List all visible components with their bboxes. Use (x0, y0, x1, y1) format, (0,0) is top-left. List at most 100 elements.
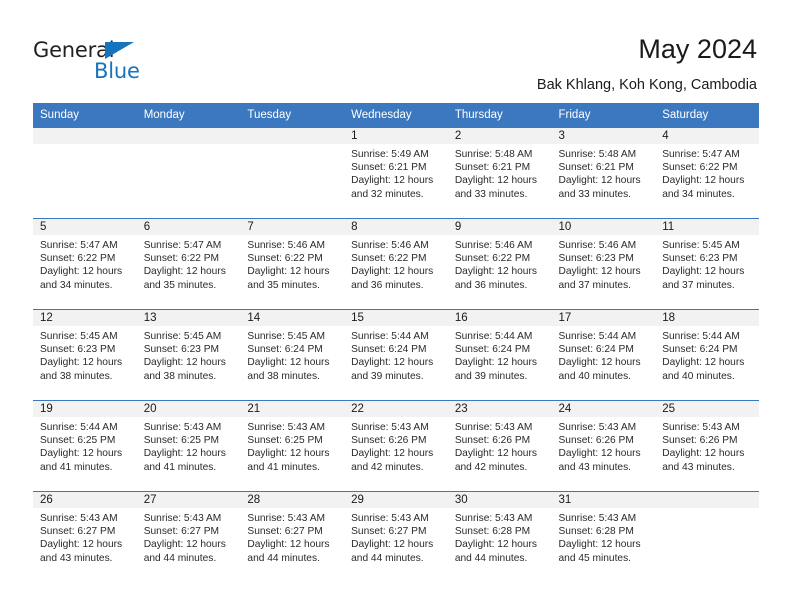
daylight-duration-line1: Daylight: 12 hours (143, 266, 226, 278)
daylight-duration-line2: and 41 minutes. (143, 461, 217, 473)
day-details: Sunrise: 5:46 AM Sunset: 6:22 PM Daylight:… (240, 235, 344, 292)
daylight-duration-line2: and 33 minutes. (454, 188, 528, 200)
calendar-day-cell[interactable]: 25 Sunrise: 5:43 AM Sunset: 6:26 PM Dayligh… (655, 400, 759, 492)
daylight-duration-line2: and 44 minutes. (143, 552, 217, 564)
daylight-duration-line1: Daylight: 12 hours (558, 266, 641, 278)
day-number: 5 (33, 219, 137, 235)
daylight-duration-line2: and 42 minutes. (454, 461, 528, 473)
calendar-day-cell[interactable]: 7 Sunrise: 5:46 AM Sunset: 6:22 PM Daylight… (240, 218, 345, 310)
calendar-day-cell[interactable]: 6 Sunrise: 5:47 AM Sunset: 6:22 PM Daylight… (136, 218, 241, 310)
sunset-time: Sunset: 6:27 PM (40, 526, 116, 538)
calendar-day-cell[interactable]: 31 Sunrise: 5:43 AM Sunset: 6:28 PM Dayligh… (551, 491, 656, 582)
daylight-duration-line1: Daylight: 12 hours (247, 357, 330, 369)
day-number: 13 (136, 310, 241, 326)
sunset-time: Sunset: 6:25 PM (40, 435, 116, 447)
daylight-duration-line1: Daylight: 12 hours (454, 266, 537, 278)
sunset-time: Sunset: 6:27 PM (143, 526, 220, 538)
day-number: 16 (447, 310, 552, 326)
calendar-day-cell[interactable]: 9 Sunrise: 5:46 AM Sunset: 6:22 PM Daylight… (447, 218, 552, 310)
daylight-duration-line1: Daylight: 12 hours (143, 448, 226, 460)
sunset-time: Sunset: 6:25 PM (247, 435, 323, 447)
calendar-week-row: 1 Sunrise: 5:49 AM Sunset: 6:21 PM Daylight… (33, 128, 759, 219)
sunset-time: Sunset: 6:22 PM (351, 253, 427, 265)
day-number: 19 (33, 401, 137, 417)
day-number: 4 (655, 128, 759, 144)
calendar-day-cell[interactable]: 29 Sunrise: 5:43 AM Sunset: 6:27 PM Dayligh… (344, 491, 448, 582)
day-number: 3 (551, 128, 656, 144)
day-details: Sunrise: 5:45 AM Sunset: 6:23 PM Daylight:… (137, 326, 241, 383)
sunrise-time: Sunrise: 5:44 AM (40, 422, 118, 433)
day-number: 8 (344, 219, 448, 235)
daylight-duration-line1: Daylight: 12 hours (351, 357, 434, 369)
daylight-duration-line1: Daylight: 12 hours (454, 357, 537, 369)
sunrise-time: Sunrise: 5:46 AM (247, 240, 325, 251)
day-number (655, 492, 759, 508)
calendar-day-cell[interactable]: 19 Sunrise: 5:44 AM Sunset: 6:25 PM Dayligh… (33, 400, 137, 492)
calendar-day-cell[interactable]: 4 Sunrise: 5:47 AM Sunset: 6:22 PM Daylight… (655, 128, 759, 219)
sunrise-time: Sunrise: 5:49 AM (351, 149, 429, 160)
sunset-time: Sunset: 6:24 PM (247, 344, 323, 356)
day-details: Sunrise: 5:48 AM Sunset: 6:21 PM Daylight:… (552, 144, 656, 201)
calendar-day-cell[interactable]: 15 Sunrise: 5:44 AM Sunset: 6:24 PM Dayligh… (344, 309, 448, 401)
daylight-duration-line2: and 39 minutes. (454, 370, 528, 382)
sunset-time: Sunset: 6:25 PM (143, 435, 220, 447)
calendar-day-cell[interactable]: 23 Sunrise: 5:43 AM Sunset: 6:26 PM Dayligh… (447, 400, 552, 492)
calendar-day-cell[interactable]: 10 Sunrise: 5:46 AM Sunset: 6:23 PM Dayligh… (551, 218, 656, 310)
calendar-day-cell[interactable]: 28 Sunrise: 5:43 AM Sunset: 6:27 PM Dayligh… (240, 491, 345, 582)
daylight-duration-line1: Daylight: 12 hours (454, 175, 537, 187)
sunrise-time: Sunrise: 5:45 AM (40, 331, 118, 342)
daylight-duration-line2: and 41 minutes. (40, 461, 113, 473)
calendar-day-cell[interactable]: 30 Sunrise: 5:43 AM Sunset: 6:28 PM Dayligh… (447, 491, 552, 582)
calendar-day-cell[interactable]: 17 Sunrise: 5:44 AM Sunset: 6:24 PM Dayligh… (551, 309, 656, 401)
general-blue-logo[interactable]: General Blue (33, 38, 153, 84)
calendar-day-cell[interactable]: 18 Sunrise: 5:44 AM Sunset: 6:24 PM Dayligh… (655, 309, 759, 401)
calendar-day-cell[interactable]: 13 Sunrise: 5:45 AM Sunset: 6:23 PM Dayligh… (136, 309, 241, 401)
calendar-day-cell[interactable]: 24 Sunrise: 5:43 AM Sunset: 6:26 PM Dayligh… (551, 400, 656, 492)
calendar-day-cell[interactable]: 2 Sunrise: 5:48 AM Sunset: 6:21 PM Daylight… (447, 128, 552, 219)
day-details: Sunrise: 5:43 AM Sunset: 6:28 PM Daylight:… (552, 508, 656, 565)
daylight-duration-line2: and 42 minutes. (351, 461, 424, 473)
calendar-day-cell[interactable]: 14 Sunrise: 5:45 AM Sunset: 6:24 PM Dayligh… (240, 309, 345, 401)
daylight-duration-line2: and 40 minutes. (558, 370, 632, 382)
calendar-day-cell[interactable]: 5 Sunrise: 5:47 AM Sunset: 6:22 PM Daylight… (33, 218, 137, 310)
calendar-day-cell[interactable]: 16 Sunrise: 5:44 AM Sunset: 6:24 PM Dayligh… (447, 309, 552, 401)
day-details: Sunrise: 5:43 AM Sunset: 6:27 PM Daylight:… (240, 508, 344, 565)
day-details: Sunrise: 5:43 AM Sunset: 6:27 PM Daylight:… (344, 508, 448, 565)
calendar-day-cell[interactable]: 8 Sunrise: 5:46 AM Sunset: 6:22 PM Daylight… (344, 218, 448, 310)
day-details: Sunrise: 5:43 AM Sunset: 6:25 PM Daylight:… (240, 417, 344, 474)
day-number: 26 (33, 492, 137, 508)
calendar-cell-empty (136, 128, 241, 219)
daylight-duration-line2: and 36 minutes. (454, 279, 528, 291)
calendar-day-cell[interactable]: 21 Sunrise: 5:43 AM Sunset: 6:25 PM Dayligh… (240, 400, 345, 492)
sunrise-time: Sunrise: 5:45 AM (247, 331, 325, 342)
sunrise-sunset-calendar: Sunday Monday Tuesday Wednesday Thursday… (33, 103, 759, 582)
calendar-day-cell[interactable]: 27 Sunrise: 5:43 AM Sunset: 6:27 PM Dayligh… (136, 491, 241, 582)
daylight-duration-line1: Daylight: 12 hours (40, 448, 123, 460)
calendar-day-cell[interactable]: 12 Sunrise: 5:45 AM Sunset: 6:23 PM Dayligh… (33, 309, 137, 401)
calendar-day-cell[interactable]: 3 Sunrise: 5:48 AM Sunset: 6:21 PM Daylight… (551, 128, 656, 219)
calendar-day-cell[interactable]: 1 Sunrise: 5:49 AM Sunset: 6:21 PM Daylight… (344, 128, 448, 219)
page-title: May 2024 (638, 34, 757, 64)
calendar-day-cell[interactable]: 11 Sunrise: 5:45 AM Sunset: 6:23 PM Dayligh… (655, 218, 759, 310)
daylight-duration-line1: Daylight: 12 hours (143, 357, 226, 369)
sunset-time: Sunset: 6:23 PM (143, 344, 220, 356)
sunset-time: Sunset: 6:26 PM (558, 435, 634, 447)
day-details: Sunrise: 5:43 AM Sunset: 6:26 PM Daylight:… (552, 417, 656, 474)
sunrise-time: Sunrise: 5:43 AM (351, 513, 429, 524)
daylight-duration-line1: Daylight: 12 hours (662, 266, 745, 278)
sunset-time: Sunset: 6:24 PM (454, 344, 531, 356)
day-details: Sunrise: 5:44 AM Sunset: 6:25 PM Daylight:… (33, 417, 137, 474)
daylight-duration-line1: Daylight: 12 hours (454, 448, 537, 460)
daylight-duration-line2: and 44 minutes. (247, 552, 320, 564)
sunrise-time: Sunrise: 5:44 AM (662, 331, 740, 342)
sunset-time: Sunset: 6:23 PM (662, 253, 738, 265)
day-number: 31 (551, 492, 656, 508)
day-number: 9 (447, 219, 552, 235)
calendar-cell-empty (240, 128, 345, 219)
calendar-day-cell[interactable]: 26 Sunrise: 5:43 AM Sunset: 6:27 PM Dayligh… (33, 491, 137, 582)
calendar-day-cell[interactable]: 22 Sunrise: 5:43 AM Sunset: 6:26 PM Dayligh… (344, 400, 448, 492)
calendar-day-cell[interactable]: 20 Sunrise: 5:43 AM Sunset: 6:25 PM Dayligh… (136, 400, 241, 492)
sunset-time: Sunset: 6:27 PM (247, 526, 323, 538)
day-details: Sunrise: 5:48 AM Sunset: 6:21 PM Daylight:… (448, 144, 552, 201)
day-number: 18 (655, 310, 759, 326)
